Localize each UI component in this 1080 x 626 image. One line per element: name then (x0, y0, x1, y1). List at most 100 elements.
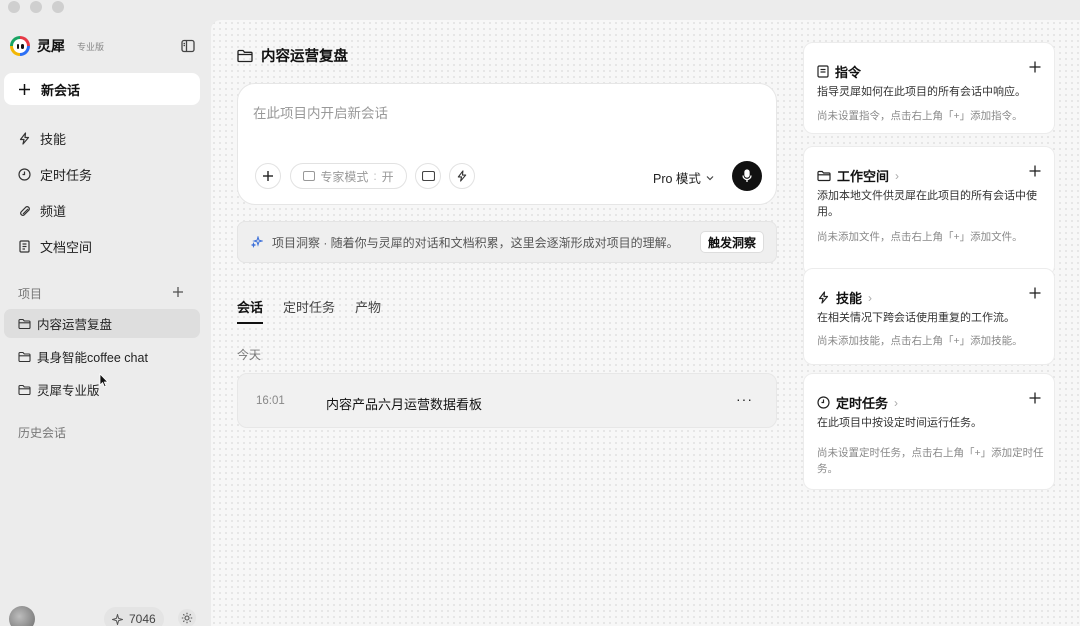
main-panel: 内容运营复盘 在此项目内开启新会话 专家模式 : 开 Pro 模式 项目洞察 ·… (211, 20, 1080, 626)
folder-icon (18, 384, 31, 396)
composer[interactable]: 在此项目内开启新会话 专家模式 : 开 Pro 模式 (237, 83, 777, 205)
card-empty-state: 尚未设置指令，点击右上角「+」添加指令。 (817, 110, 1023, 122)
page-title: 内容运营复盘 (237, 45, 348, 66)
document-icon (18, 239, 31, 253)
folder-icon (18, 318, 31, 330)
add-project-icon[interactable] (172, 286, 184, 298)
sidebar-item-label: 文档空间 (40, 239, 93, 255)
card-header[interactable]: 指令 (817, 62, 861, 81)
close-window-button[interactable] (8, 1, 20, 13)
trigger-insight-button[interactable]: 触发洞察 (699, 231, 764, 253)
bolt-icon (18, 131, 31, 145)
instructions-card: 指令 指导灵犀如何在此项目的所有会话中响应。 尚未设置指令，点击右上角「+」添加… (803, 42, 1055, 134)
sidebar: 灵犀 专业版 新会话 技能 定时任务 频道 文档空间 项目 内容运营复盘 具身智… (0, 20, 211, 626)
expert-mode-label: 专家模式 (320, 169, 369, 184)
sidebar-item-channels[interactable]: 频道 (0, 192, 211, 228)
mode-select-value: Pro 模式 (653, 172, 701, 186)
new-chat-button[interactable]: 新会话 (4, 73, 200, 105)
add-skill-icon[interactable] (1029, 287, 1041, 299)
sidebar-footer: 7046 (0, 603, 211, 626)
chevron-right-icon: › (868, 290, 873, 305)
minimize-window-button[interactable] (30, 1, 42, 13)
folder-icon (18, 351, 31, 363)
card-title: 指令 (835, 65, 862, 80)
sidebar-item-label: 技能 (40, 131, 67, 147)
card-empty-state: 尚未设置定时任务，点击右上角「+」添加定时任务。 (817, 447, 1044, 475)
project-title: 内容运营复盘 (261, 49, 348, 65)
workspace-card: 工作空间 › 添加本地文件供灵犀在此项目的所有会话中使用。 尚未添加文件，点击右… (803, 146, 1055, 276)
project-insight-banner: 项目洞察 · 随着你与灵犀的对话和文档积累，这里会逐渐形成对项目的理解。 触发洞… (237, 221, 777, 263)
window-controls (8, 1, 64, 13)
brand: 灵犀 专业版 (10, 36, 104, 56)
add-file-icon[interactable] (1029, 165, 1041, 177)
chevron-right-icon: › (894, 395, 899, 410)
chevron-right-icon: › (895, 168, 900, 183)
clock-icon (18, 167, 31, 181)
avatar[interactable] (9, 606, 35, 626)
project-label: 具身智能coffee chat (37, 351, 148, 365)
project-item[interactable]: 内容运营复盘 (4, 309, 200, 338)
card-title: 定时任务 (836, 396, 889, 411)
card-description: 在相关情况下跨会话使用重复的工作流。 (817, 312, 1015, 324)
screen-button[interactable] (415, 163, 441, 189)
zoom-window-button[interactable] (52, 1, 64, 13)
tab-sessions[interactable]: 会话 (237, 297, 264, 324)
add-instruction-icon[interactable] (1029, 61, 1041, 73)
composer-input[interactable]: 在此项目内开启新会话 (253, 102, 388, 122)
expert-mode-separator: : (373, 169, 377, 183)
skills-button[interactable] (449, 163, 475, 189)
sparkle-icon (112, 613, 123, 625)
insight-text: 项目洞察 · 随着你与灵犀的对话和文档积累，这里会逐渐形成对项目的理解。 (272, 235, 679, 250)
app-logo-icon (10, 36, 30, 56)
project-list: 内容运营复盘 具身智能coffee chat 灵犀专业版 (4, 309, 200, 408)
gear-icon[interactable] (178, 609, 196, 626)
card-header[interactable]: 技能 › (817, 288, 872, 307)
instruction-icon (817, 65, 829, 78)
project-label: 内容运营复盘 (37, 318, 113, 332)
card-header[interactable]: 定时任务 › (817, 393, 898, 412)
sidebar-item-skills[interactable]: 技能 (0, 120, 211, 156)
session-title: 内容产品六月运营数据看板 (326, 397, 483, 412)
folder-icon (237, 49, 253, 63)
history-section-label[interactable]: 历史会话 (18, 424, 66, 441)
expert-mode-state: 开 (381, 169, 394, 184)
card-header[interactable]: 工作空间 › (817, 166, 899, 185)
sidebar-nav: 技能 定时任务 频道 文档空间 (0, 120, 211, 264)
clock-icon (817, 396, 830, 409)
app-name: 灵犀 (37, 38, 65, 54)
mode-select[interactable]: Pro 模式 (653, 168, 714, 187)
session-time: 16:01 (256, 395, 285, 407)
folder-icon (817, 170, 831, 182)
more-options-button[interactable]: ··· (736, 391, 753, 407)
add-task-icon[interactable] (1029, 392, 1041, 404)
card-empty-state: 尚未添加文件，点击右上角「+」添加文件。 (817, 231, 1023, 243)
projects-section-label: 项目 (18, 287, 43, 301)
sidebar-item-scheduled-tasks[interactable]: 定时任务 (0, 156, 211, 192)
expert-mode-toggle[interactable]: 专家模式 : 开 (290, 163, 407, 189)
plus-icon (18, 83, 31, 96)
card-title: 工作空间 (837, 169, 890, 184)
credits-badge[interactable]: 7046 (104, 607, 164, 626)
skills-card: 技能 › 在相关情况下跨会话使用重复的工作流。 尚未添加技能，点击右上角「+」添… (803, 268, 1055, 365)
credits-value: 7046 (129, 612, 156, 626)
sparkle-icon (251, 236, 263, 248)
microphone-button[interactable] (732, 161, 762, 191)
list-item[interactable]: 16:01 内容产品六月运营数据看板 ··· (237, 373, 777, 428)
expert-icon (303, 171, 316, 181)
card-description: 在此项目中按设定时间运行任务。 (817, 417, 982, 429)
new-chat-label: 新会话 (41, 82, 81, 98)
card-description: 指导灵犀如何在此项目的所有会话中响应。 (817, 86, 1026, 98)
card-description: 添加本地文件供灵犀在此项目的所有会话中使用。 (817, 190, 1037, 218)
scheduled-tasks-card: 定时任务 › 在此项目中按设定时间运行任务。 尚未设置定时任务，点击右上角「+」… (803, 373, 1055, 490)
tab-scheduled-tasks[interactable]: 定时任务 (283, 297, 335, 324)
sidebar-item-docs[interactable]: 文档空间 (0, 228, 211, 264)
sidebar-item-label: 定时任务 (40, 167, 93, 183)
attach-button[interactable] (255, 163, 281, 189)
plan-tag: 专业版 (77, 41, 105, 52)
sidebar-toggle-icon[interactable] (181, 39, 195, 53)
bolt-icon (817, 291, 830, 304)
project-label: 灵犀专业版 (37, 384, 100, 398)
sidebar-item-label: 频道 (40, 203, 67, 219)
tab-artifacts[interactable]: 产物 (355, 297, 381, 324)
project-item[interactable]: 具身智能coffee chat (4, 342, 200, 371)
